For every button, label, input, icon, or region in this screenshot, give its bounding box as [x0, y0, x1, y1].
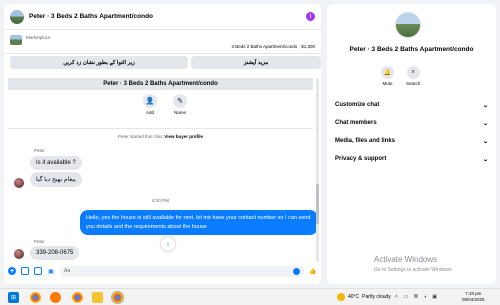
menu-label: Media, files and links: [335, 138, 396, 144]
add-button[interactable]: 👤 Add: [143, 94, 157, 115]
message-input[interactable]: Aa: [60, 265, 304, 277]
profile-actions: 👤 Add ✎ Name: [143, 94, 187, 115]
conversation-info-panel: Peter · 3 Beds 2 Baths Apartment/condo 🔔…: [327, 4, 496, 284]
chevron-down-icon: ⌄: [482, 156, 489, 163]
search-label: Search: [406, 81, 421, 86]
listing-actions: زیر التوا کے بطور نشان زد کریں مزید آپشن…: [10, 56, 321, 69]
name-label: Name: [173, 110, 186, 115]
menu-label: Privacy & support: [335, 156, 387, 162]
chat-header: Peter · 3 Beds 2 Baths Apartment/condo i: [4, 4, 321, 30]
weather-temp: 40°C: [348, 294, 360, 300]
sender-name: Peter: [34, 148, 45, 153]
plus-icon[interactable]: +: [8, 267, 16, 275]
divider: [8, 128, 313, 129]
folder-icon[interactable]: [92, 292, 103, 303]
clock-date: 09/04/2025: [462, 297, 485, 302]
chevron-down-icon: ⌄: [482, 138, 489, 145]
pencil-icon: ✎: [173, 94, 187, 108]
info-actions: 🔔 Mute ⌕ Search: [381, 66, 420, 86]
chrome-icon[interactable]: [30, 292, 41, 303]
timestamp: 6:20 PM: [152, 198, 169, 203]
menu-privacy-support[interactable]: Privacy & support ⌄: [335, 153, 489, 165]
gif-icon[interactable]: ▣: [47, 267, 55, 275]
bell-icon: 🔔: [381, 66, 394, 79]
message-composer: + ▣ Aa 👍: [8, 264, 317, 278]
message-thread[interactable]: Peter · 3 Beds 2 Baths Apartment/condo 👤…: [8, 76, 321, 262]
chat-started-note: Peter started this chat. View buyer prof…: [8, 134, 313, 139]
marketplace-banner[interactable]: Marketplace 3 Beds 2 Baths Apartment/con…: [4, 30, 321, 54]
sender-name: Peter: [34, 239, 45, 244]
thumbs-up-icon[interactable]: 👍: [309, 267, 317, 275]
system-tray[interactable]: ˄ ▭ ⌘ ◖ ▣: [395, 294, 439, 300]
emoji-icon[interactable]: [293, 267, 300, 275]
menu-chat-members[interactable]: Chat members ⌄: [335, 117, 489, 129]
chrome-active-icon[interactable]: [112, 292, 123, 303]
scroll-down-arrow-icon[interactable]: ↓: [161, 237, 175, 251]
mark-pending-button[interactable]: زیر التوا کے بطور نشان زد کریں: [10, 56, 188, 69]
listing-avatar-large[interactable]: [395, 12, 421, 38]
scrollbar-thumb[interactable]: [316, 184, 319, 224]
info-title: Peter · 3 Beds 2 Baths Apartment/condo: [349, 46, 474, 53]
chat-title[interactable]: Peter · 3 Beds 2 Baths Apartment/condo: [29, 13, 306, 20]
name-button[interactable]: ✎ Name: [173, 94, 187, 115]
chat-panel: Peter · 3 Beds 2 Baths Apartment/condo i…: [4, 4, 321, 284]
message-bubble-incoming[interactable]: پیغام بھیج دیا گیا: [30, 172, 82, 187]
thread-title: Peter · 3 Beds 2 Baths Apartment/condo: [8, 78, 313, 90]
listing-summary: 3 Beds 2 Baths Apartment/condo · $1,300: [231, 44, 315, 49]
clock[interactable]: 7:18 pm 09/04/2025: [462, 291, 485, 303]
chrome-icon[interactable]: [72, 292, 83, 303]
activate-windows-title: Activate Windows: [374, 255, 438, 264]
weather-text: Partly cloudy: [362, 294, 391, 300]
image-icon[interactable]: [21, 267, 29, 275]
weather-widget[interactable]: 40°C Partly cloudy: [337, 293, 391, 301]
message-bubble-incoming[interactable]: 339-208-0675: [30, 246, 80, 260]
view-buyer-profile-link[interactable]: View buyer profile: [164, 134, 203, 139]
search-icon: ⌕: [406, 66, 420, 79]
avatar[interactable]: [14, 249, 24, 259]
scrollbar-track[interactable]: [316, 78, 319, 262]
marketplace-label: Marketplace: [26, 35, 51, 40]
browser-icon[interactable]: [50, 292, 61, 303]
search-button[interactable]: ⌕ Search: [406, 66, 420, 86]
avatar[interactable]: [14, 178, 24, 188]
info-icon[interactable]: i: [306, 12, 315, 21]
add-label: Add: [145, 110, 154, 115]
listing-thumbnail: [10, 35, 22, 45]
mute-label: Mute: [382, 81, 393, 86]
mute-button[interactable]: 🔔 Mute: [381, 66, 394, 86]
start-icon[interactable]: ⊞: [8, 292, 19, 303]
listing-avatar[interactable]: [10, 9, 24, 24]
windows-taskbar: ⊞ 40°C Partly cloudy ˄ ▭ ⌘ ◖ ▣ 7:18 pm 0…: [0, 288, 500, 305]
started-text: Peter started this chat.: [118, 134, 164, 139]
input-placeholder: Aa: [64, 268, 71, 274]
menu-media-files-links[interactable]: Media, files and links ⌄: [335, 135, 489, 147]
activate-windows-subtitle: Go to Settings to activate Windows.: [374, 267, 453, 273]
chevron-down-icon: ⌄: [482, 102, 489, 109]
chevron-down-icon: ⌄: [482, 120, 489, 127]
message-bubble-incoming[interactable]: Is it available ?: [30, 156, 82, 170]
add-person-icon: 👤: [143, 94, 157, 108]
menu-customize-chat[interactable]: Customize chat ⌄: [335, 99, 489, 111]
more-options-button[interactable]: مزید آپشنز: [191, 56, 321, 69]
menu-label: Chat members: [335, 120, 377, 126]
message-bubble-outgoing[interactable]: Hello, yes the house is still available …: [80, 210, 318, 235]
menu-label: Customize chat: [335, 102, 380, 108]
weather-icon: [337, 293, 345, 301]
sticker-icon[interactable]: [34, 267, 42, 275]
